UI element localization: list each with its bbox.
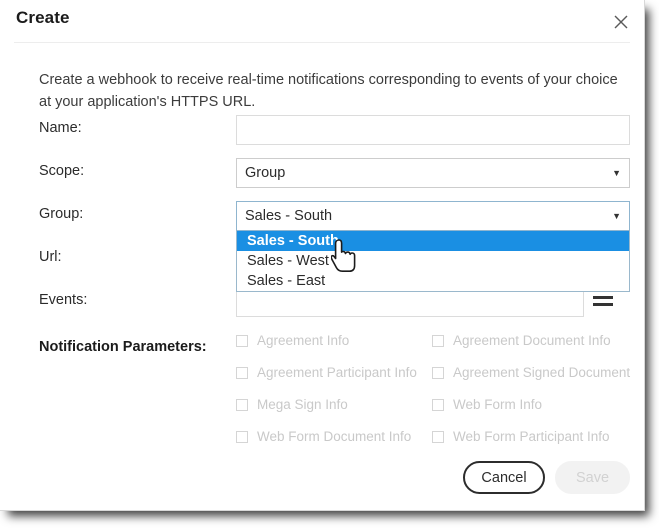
dialog-title: Create (16, 8, 70, 27)
checkbox-label: Web Form Info (453, 397, 543, 412)
dropdown-option-sales-west[interactable]: Sales - West (237, 251, 629, 271)
checkbox-agreement-document-info[interactable]: Agreement Document Info (432, 333, 611, 348)
checkbox-web-form-info[interactable]: Web Form Info (432, 397, 542, 412)
checkbox-icon[interactable] (236, 398, 248, 411)
create-webhook-dialog: Create Create a webhook to receive real-… (0, 0, 645, 511)
dropdown-option-sales-south[interactable]: Sales - South (237, 231, 629, 251)
checkbox-web-form-participant-info[interactable]: Web Form Participant Info (432, 429, 610, 444)
checkbox-web-form-document-info[interactable]: Web Form Document Info (236, 429, 411, 444)
checkbox-mega-sign-info[interactable]: Mega Sign Info (236, 397, 348, 412)
group-label: Group: (39, 206, 84, 222)
name-label: Name: (39, 120, 82, 136)
checkbox-agreement-signed-document[interactable]: Agreement Signed Document (432, 365, 630, 380)
checkbox-label: Agreement Info (257, 333, 350, 348)
checkbox-label: Web Form Participant Info (453, 429, 610, 444)
list-menu-icon (593, 296, 613, 310)
scope-label: Scope: (39, 163, 85, 179)
events-label: Events: (39, 292, 88, 308)
cancel-button[interactable]: Cancel (463, 461, 545, 494)
dialog-footer: Cancel Save (0, 450, 644, 510)
checkbox-label: Agreement Signed Document (453, 365, 631, 380)
checkbox-icon[interactable] (236, 430, 248, 443)
form-row-group: Group: Sales - South ▼ (0, 201, 644, 231)
group-select[interactable]: Sales - South ▼ (236, 201, 630, 231)
checkbox-icon[interactable] (432, 430, 444, 443)
name-input[interactable] (236, 115, 630, 145)
checkbox-icon[interactable] (432, 398, 444, 411)
close-icon[interactable] (608, 9, 634, 35)
scope-select[interactable]: Group ▼ (236, 158, 630, 188)
checkbox-icon[interactable] (236, 366, 248, 379)
checkbox-agreement-participant-info[interactable]: Agreement Participant Info (236, 365, 417, 380)
url-label: Url: (39, 249, 62, 265)
checkbox-label: Web Form Document Info (257, 429, 412, 444)
notification-parameters-grid: Agreement Info Agreement Document Info A… (236, 333, 636, 461)
checkbox-icon[interactable] (236, 334, 248, 347)
checkbox-row: Agreement Participant Info Agreement Sig… (236, 365, 636, 397)
checkbox-label: Agreement Document Info (453, 333, 611, 348)
intro-text: Create a webhook to receive real-time no… (39, 72, 618, 110)
checkbox-label: Mega Sign Info (257, 397, 348, 412)
form-row-name: Name: (0, 115, 644, 145)
group-selected-value: Sales - South (245, 208, 333, 224)
dropdown-option-sales-east[interactable]: Sales - East (237, 271, 629, 291)
scope-selected-value: Group (245, 165, 286, 181)
dialog-body: Create a webhook to receive real-time no… (0, 43, 644, 450)
dialog-titlebar: Create (0, 0, 644, 43)
checkbox-row: Agreement Info Agreement Document Info (236, 333, 636, 365)
group-dropdown-list[interactable]: Sales - South Sales - West Sales - East (236, 231, 630, 292)
checkbox-icon[interactable] (432, 334, 444, 347)
save-button: Save (555, 461, 630, 494)
checkbox-icon[interactable] (432, 366, 444, 379)
chevron-down-icon: ▼ (612, 211, 621, 221)
chevron-down-icon: ▼ (612, 168, 621, 178)
checkbox-label: Agreement Participant Info (257, 365, 417, 380)
form-row-scope: Scope: Group ▼ (0, 158, 644, 188)
checkbox-agreement-info[interactable]: Agreement Info (236, 333, 349, 348)
notification-parameters-label: Notification Parameters: (39, 339, 207, 355)
checkbox-row: Mega Sign Info Web Form Info (236, 397, 636, 429)
